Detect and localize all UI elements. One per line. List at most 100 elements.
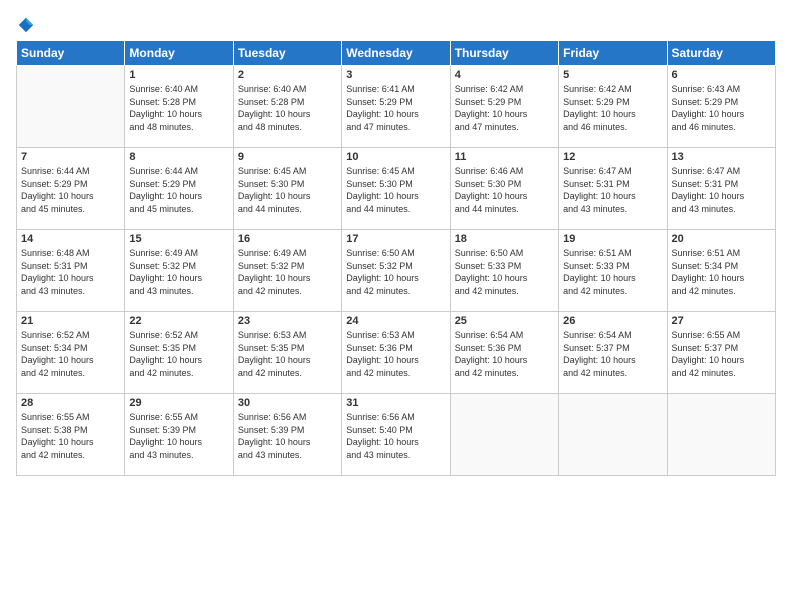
calendar-cell: 14 Sunrise: 6:48 AM Sunset: 5:31 PM Dayli… — [17, 230, 125, 312]
day-info: Sunrise: 6:45 AM Sunset: 5:30 PM Dayligh… — [238, 165, 337, 215]
day-info: Sunrise: 6:48 AM Sunset: 5:31 PM Dayligh… — [21, 247, 120, 297]
calendar-cell: 24 Sunrise: 6:53 AM Sunset: 5:36 PM Dayli… — [342, 312, 450, 394]
day-number: 20 — [672, 233, 771, 245]
calendar-cell — [450, 394, 558, 476]
day-number: 23 — [238, 315, 337, 327]
calendar-cell: 30Sunrise: 6:56 AM Sunset: 5:39 PM Dayli… — [233, 394, 341, 476]
day-number: 17 — [346, 233, 445, 245]
day-number: 2 — [238, 69, 337, 81]
day-info: Sunrise: 6:55 AM Sunset: 5:39 PM Dayligh… — [129, 411, 228, 461]
day-number: 7 — [21, 151, 120, 163]
day-info: Sunrise: 6:49 AM Sunset: 5:32 PM Dayligh… — [129, 247, 228, 297]
day-number: 25 — [455, 315, 554, 327]
day-info: Sunrise: 6:40 AM Sunset: 5:28 PM Dayligh… — [238, 83, 337, 133]
calendar-body: 1Sunrise: 6:40 AM Sunset: 5:28 PM Daylig… — [17, 66, 776, 476]
calendar-cell: 18 Sunrise: 6:50 AM Sunset: 5:33 PM Dayli… — [450, 230, 558, 312]
day-number: 19 — [563, 233, 662, 245]
calendar-table: SundayMondayTuesdayWednesdayThursdayFrid… — [16, 40, 776, 476]
day-info: Sunrise: 6:40 AM Sunset: 5:28 PM Dayligh… — [129, 83, 228, 133]
calendar-cell: 17 Sunrise: 6:50 AM Sunset: 5:32 PM Dayli… — [342, 230, 450, 312]
day-info: Sunrise: 6:49 AM Sunset: 5:32 PM Dayligh… — [238, 247, 337, 297]
calendar-cell: 13 Sunrise: 6:47 AM Sunset: 5:31 PM Dayli… — [667, 148, 775, 230]
day-number: 21 — [21, 315, 120, 327]
calendar-cell: 5 Sunrise: 6:42 AM Sunset: 5:29 PM Daylig… — [559, 66, 667, 148]
day-number: 4 — [455, 69, 554, 81]
day-info: Sunrise: 6:50 AM Sunset: 5:33 PM Dayligh… — [455, 247, 554, 297]
day-number: 22 — [129, 315, 228, 327]
calendar-week-row: 14 Sunrise: 6:48 AM Sunset: 5:31 PM Dayli… — [17, 230, 776, 312]
day-number: 16 — [238, 233, 337, 245]
calendar-cell: 6 Sunrise: 6:43 AM Sunset: 5:29 PM Daylig… — [667, 66, 775, 148]
day-info: Sunrise: 6:52 AM Sunset: 5:34 PM Dayligh… — [21, 329, 120, 379]
calendar-cell: 28Sunrise: 6:55 AM Sunset: 5:38 PM Dayli… — [17, 394, 125, 476]
calendar-cell: 26Sunrise: 6:54 AM Sunset: 5:37 PM Dayli… — [559, 312, 667, 394]
day-number: 10 — [346, 151, 445, 163]
calendar-cell: 31Sunrise: 6:56 AM Sunset: 5:40 PM Dayli… — [342, 394, 450, 476]
page: SundayMondayTuesdayWednesdayThursdayFrid… — [0, 0, 792, 612]
calendar-cell: 15 Sunrise: 6:49 AM Sunset: 5:32 PM Dayli… — [125, 230, 233, 312]
day-info: Sunrise: 6:46 AM Sunset: 5:30 PM Dayligh… — [455, 165, 554, 215]
column-header-monday: Monday — [125, 41, 233, 66]
calendar-cell: 22 Sunrise: 6:52 AM Sunset: 5:35 PM Dayli… — [125, 312, 233, 394]
calendar-cell: 19Sunrise: 6:51 AM Sunset: 5:33 PM Dayli… — [559, 230, 667, 312]
day-number: 15 — [129, 233, 228, 245]
day-info: Sunrise: 6:44 AM Sunset: 5:29 PM Dayligh… — [129, 165, 228, 215]
day-info: Sunrise: 6:45 AM Sunset: 5:30 PM Dayligh… — [346, 165, 445, 215]
calendar-cell: 16 Sunrise: 6:49 AM Sunset: 5:32 PM Dayli… — [233, 230, 341, 312]
day-info: Sunrise: 6:47 AM Sunset: 5:31 PM Dayligh… — [563, 165, 662, 215]
logo-text — [16, 16, 36, 34]
calendar-cell — [559, 394, 667, 476]
calendar-cell: 9 Sunrise: 6:45 AM Sunset: 5:30 PM Daylig… — [233, 148, 341, 230]
day-info: Sunrise: 6:55 AM Sunset: 5:37 PM Dayligh… — [672, 329, 771, 379]
day-number: 18 — [455, 233, 554, 245]
day-info: Sunrise: 6:50 AM Sunset: 5:32 PM Dayligh… — [346, 247, 445, 297]
day-number: 28 — [21, 397, 120, 409]
day-info: Sunrise: 6:44 AM Sunset: 5:29 PM Dayligh… — [21, 165, 120, 215]
calendar-cell: 25 Sunrise: 6:54 AM Sunset: 5:36 PM Dayli… — [450, 312, 558, 394]
calendar-cell: 7 Sunrise: 6:44 AM Sunset: 5:29 PM Daylig… — [17, 148, 125, 230]
calendar-cell: 10 Sunrise: 6:45 AM Sunset: 5:30 PM Dayli… — [342, 148, 450, 230]
day-info: Sunrise: 6:42 AM Sunset: 5:29 PM Dayligh… — [563, 83, 662, 133]
header — [16, 16, 776, 34]
day-info: Sunrise: 6:42 AM Sunset: 5:29 PM Dayligh… — [455, 83, 554, 133]
calendar-cell: 2 Sunrise: 6:40 AM Sunset: 5:28 PM Daylig… — [233, 66, 341, 148]
calendar-cell: 3Sunrise: 6:41 AM Sunset: 5:29 PM Daylig… — [342, 66, 450, 148]
day-info: Sunrise: 6:56 AM Sunset: 5:39 PM Dayligh… — [238, 411, 337, 461]
day-number: 6 — [672, 69, 771, 81]
day-number: 29 — [129, 397, 228, 409]
day-number: 31 — [346, 397, 445, 409]
day-number: 11 — [455, 151, 554, 163]
day-number: 5 — [563, 69, 662, 81]
day-info: Sunrise: 6:51 AM Sunset: 5:34 PM Dayligh… — [672, 247, 771, 297]
day-info: Sunrise: 6:47 AM Sunset: 5:31 PM Dayligh… — [672, 165, 771, 215]
calendar-week-row: 7 Sunrise: 6:44 AM Sunset: 5:29 PM Daylig… — [17, 148, 776, 230]
column-header-wednesday: Wednesday — [342, 41, 450, 66]
day-info: Sunrise: 6:43 AM Sunset: 5:29 PM Dayligh… — [672, 83, 771, 133]
column-header-tuesday: Tuesday — [233, 41, 341, 66]
day-number: 27 — [672, 315, 771, 327]
calendar-cell — [17, 66, 125, 148]
calendar-week-row: 28Sunrise: 6:55 AM Sunset: 5:38 PM Dayli… — [17, 394, 776, 476]
day-info: Sunrise: 6:52 AM Sunset: 5:35 PM Dayligh… — [129, 329, 228, 379]
calendar-cell: 23Sunrise: 6:53 AM Sunset: 5:35 PM Dayli… — [233, 312, 341, 394]
calendar-cell: 11 Sunrise: 6:46 AM Sunset: 5:30 PM Dayli… — [450, 148, 558, 230]
calendar-cell: 4 Sunrise: 6:42 AM Sunset: 5:29 PM Daylig… — [450, 66, 558, 148]
day-number: 14 — [21, 233, 120, 245]
calendar-cell — [667, 394, 775, 476]
day-info: Sunrise: 6:53 AM Sunset: 5:36 PM Dayligh… — [346, 329, 445, 379]
day-number: 8 — [129, 151, 228, 163]
day-number: 3 — [346, 69, 445, 81]
calendar-week-row: 1Sunrise: 6:40 AM Sunset: 5:28 PM Daylig… — [17, 66, 776, 148]
day-number: 13 — [672, 151, 771, 163]
column-header-sunday: Sunday — [17, 41, 125, 66]
logo — [16, 16, 36, 34]
day-number: 24 — [346, 315, 445, 327]
day-number: 12 — [563, 151, 662, 163]
day-info: Sunrise: 6:54 AM Sunset: 5:36 PM Dayligh… — [455, 329, 554, 379]
column-header-friday: Friday — [559, 41, 667, 66]
calendar-cell: 1Sunrise: 6:40 AM Sunset: 5:28 PM Daylig… — [125, 66, 233, 148]
day-number: 9 — [238, 151, 337, 163]
calendar-cell: 21 Sunrise: 6:52 AM Sunset: 5:34 PM Dayli… — [17, 312, 125, 394]
calendar-cell: 27 Sunrise: 6:55 AM Sunset: 5:37 PM Dayli… — [667, 312, 775, 394]
day-info: Sunrise: 6:54 AM Sunset: 5:37 PM Dayligh… — [563, 329, 662, 379]
